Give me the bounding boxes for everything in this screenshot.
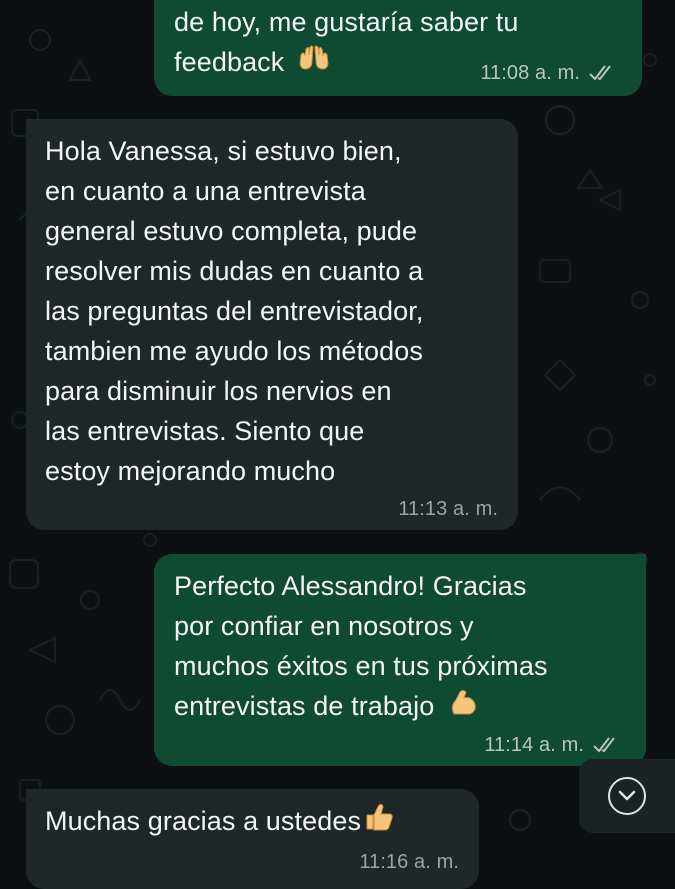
outgoing-message-bubble[interactable]: de hoy, me gustaría saber tu feedback 11… bbox=[154, 0, 642, 96]
message-time: 11:14 a. m. bbox=[484, 734, 584, 756]
message-time: 11:13 a. m. bbox=[398, 498, 498, 520]
message-text: de hoy, me gustaría saber tu feedback bbox=[174, 7, 519, 77]
message-text-wrap: Perfecto Alessandro! Gracias por confiar… bbox=[174, 566, 626, 729]
message-meta: 11:08 a. m. bbox=[480, 62, 616, 84]
message-text: Perfecto Alessandro! Gracias por confiar… bbox=[174, 571, 548, 721]
message-meta: 11:13 a. m. bbox=[398, 498, 498, 520]
outgoing-message-bubble[interactable]: Perfecto Alessandro! Gracias por confiar… bbox=[154, 554, 646, 766]
incoming-message-bubble[interactable]: Muchas gracias a ustedes 11:16 a. m. bbox=[26, 789, 479, 889]
thumbs-up-icon bbox=[363, 801, 395, 844]
flexed-biceps-icon bbox=[448, 686, 480, 729]
double-check-icon bbox=[588, 64, 616, 82]
message-meta: 11:16 a. m. bbox=[359, 851, 459, 873]
message-meta: 11:14 a. m. bbox=[484, 734, 620, 756]
incoming-message-bubble[interactable]: Hola Vanessa, si estuvo bien, en cuanto … bbox=[26, 119, 518, 530]
message-text: Hola Vanessa, si estuvo bien, en cuanto … bbox=[45, 136, 424, 486]
chevron-down-icon bbox=[608, 777, 646, 815]
raised-hands-icon bbox=[298, 43, 330, 84]
scroll-to-bottom-button[interactable] bbox=[579, 759, 675, 833]
message-time: 11:16 a. m. bbox=[359, 851, 459, 873]
message-text: Muchas gracias a ustedes bbox=[45, 806, 362, 836]
message-time: 11:08 a. m. bbox=[480, 62, 580, 84]
message-text-wrap: Muchas gracias a ustedes bbox=[45, 801, 459, 844]
double-check-icon bbox=[592, 736, 620, 754]
